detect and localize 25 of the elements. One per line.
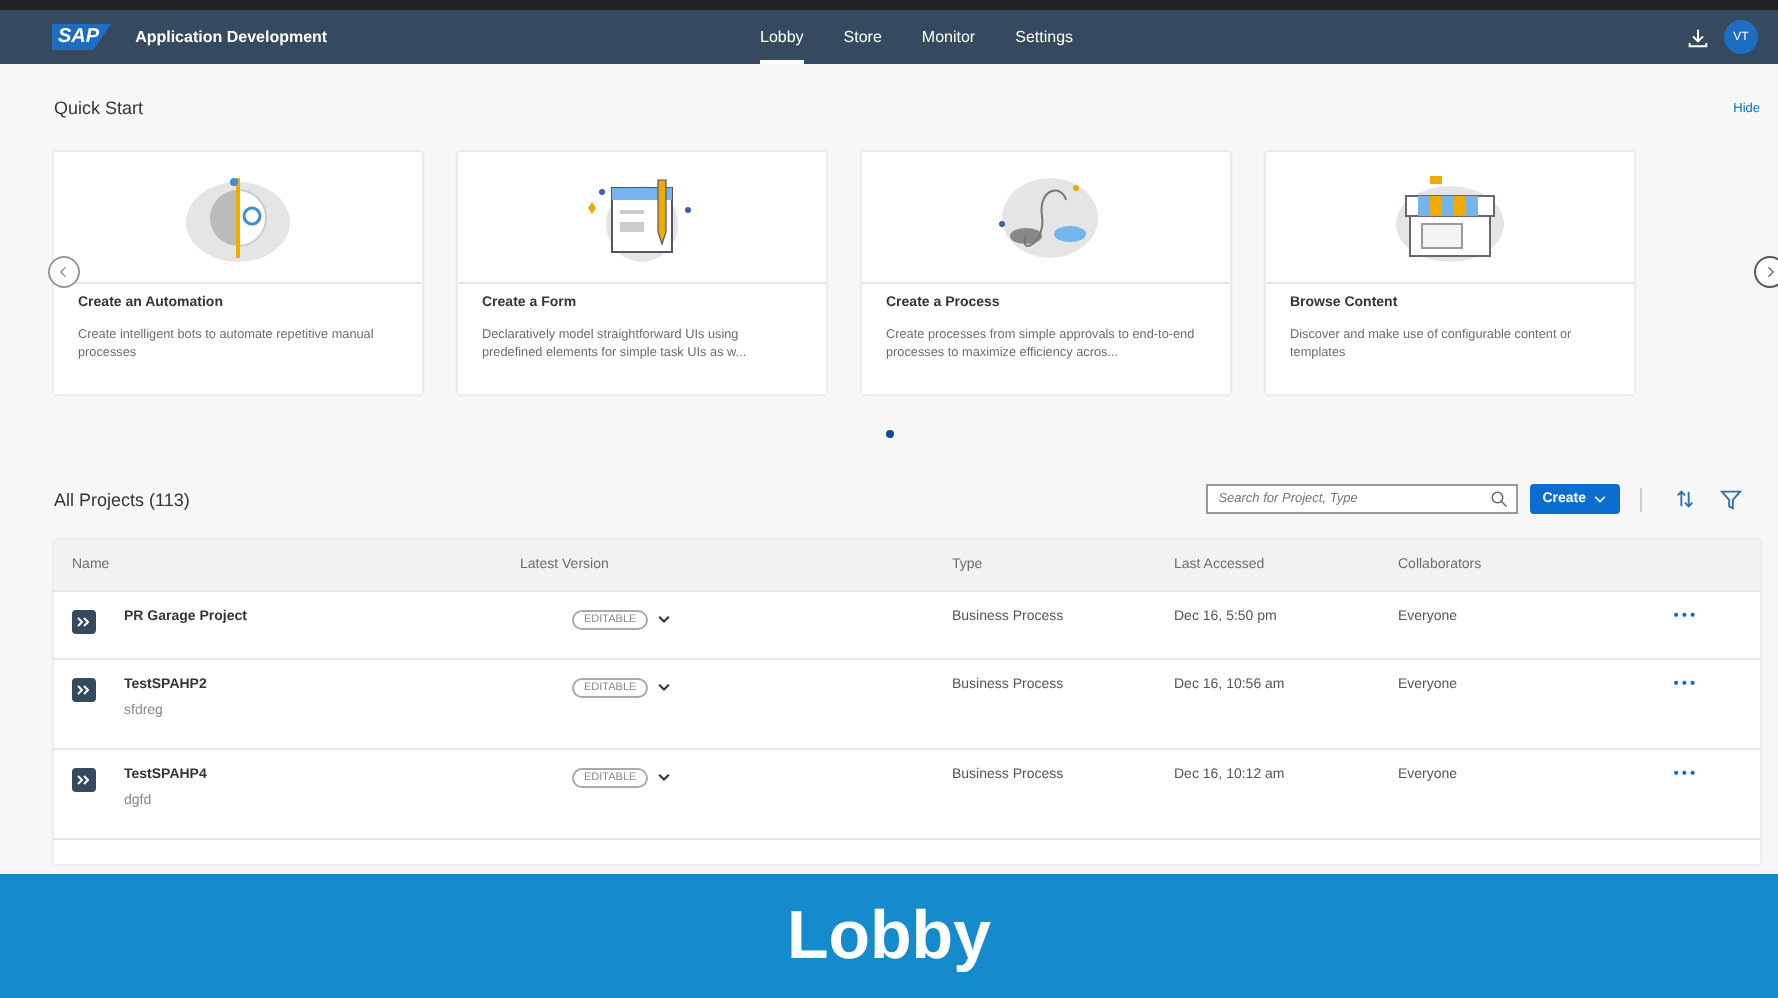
page-indicator[interactable] <box>885 430 893 438</box>
section-title: Quick Start <box>54 98 144 118</box>
chevron-down-icon[interactable] <box>656 612 673 628</box>
section-title: All Projects (113) <box>54 489 190 509</box>
filter-icon[interactable] <box>1720 488 1742 510</box>
nav-tab[interactable]: Store <box>843 10 882 64</box>
chevron-down-icon[interactable] <box>656 680 673 696</box>
nav-tab[interactable]: Monitor <box>921 10 976 64</box>
chevron-right-icon <box>1762 264 1778 280</box>
chevron-down-icon <box>1592 491 1608 507</box>
search-icon[interactable] <box>1490 490 1509 508</box>
process-icon <box>72 610 96 634</box>
banner-title: Lobby <box>787 897 991 975</box>
sort-icon[interactable] <box>1674 488 1696 510</box>
download-icon[interactable] <box>1688 27 1708 47</box>
chevron-left-icon <box>56 264 72 280</box>
next-button[interactable] <box>1754 256 1778 288</box>
process-icon <box>72 678 96 702</box>
nav-tab[interactable]: Settings <box>1015 10 1074 64</box>
app-title: Application Development <box>135 28 328 46</box>
nav-tab[interactable]: Lobby <box>760 10 804 64</box>
chevron-down-icon[interactable] <box>656 770 673 786</box>
process-icon <box>72 768 96 792</box>
previous-button[interactable] <box>48 256 80 288</box>
sap-logo[interactable]: SAP <box>52 24 112 50</box>
